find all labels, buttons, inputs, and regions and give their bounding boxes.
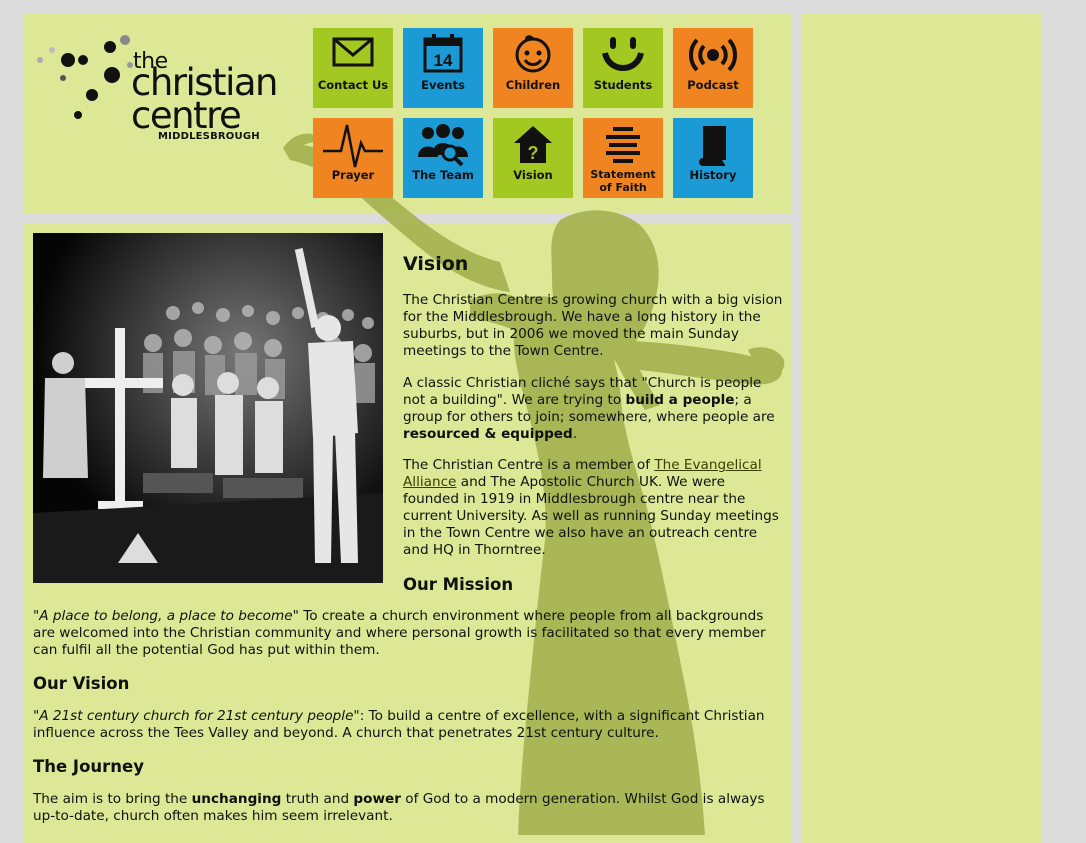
mission-quote: "A place to belong, a place to become" [33, 608, 299, 624]
envelope-icon [332, 37, 374, 67]
broadcast-icon [689, 38, 737, 72]
nav-label: Statement of Faith [590, 168, 656, 194]
intro-paragraph: The Christian Centre is growing church w… [403, 292, 783, 359]
lines-icon [606, 127, 640, 163]
emphasis-power: power [353, 791, 401, 807]
mission-heading: Our Mission [403, 575, 514, 594]
nav-label: Prayer [331, 168, 375, 182]
mission-paragraph: "A place to belong, a place to become" T… [33, 608, 766, 658]
nav-students-button[interactable]: Students [583, 28, 663, 108]
journey-paragraph: The aim is to bring the unchanging truth… [33, 791, 765, 824]
nav-history-button[interactable]: History [673, 118, 753, 198]
calendar-day-number: 14 [434, 51, 453, 70]
vision-quote: "A 21st century church for 21st century … [33, 708, 360, 724]
logo-dots-icon [37, 35, 133, 119]
smile-icon [602, 37, 644, 71]
nav-podcast-button[interactable]: Podcast [673, 28, 753, 108]
team-icon [418, 124, 468, 167]
nav-label: Students [593, 78, 653, 92]
nav-the-team-button[interactable]: The Team [403, 118, 483, 198]
nav-vision-button[interactable]: ? Vision [493, 118, 573, 198]
logo-text-centre: centre [131, 94, 242, 137]
membership-paragraph: The Christian Centre is a member of The … [403, 457, 779, 558]
house-question-icon: ? [514, 126, 552, 163]
journey-heading: The Journey [33, 757, 144, 776]
church-people-paragraph: A classic Christian cliché says that "Ch… [403, 375, 775, 442]
book-icon [699, 126, 726, 166]
nav-label: The Team [412, 168, 474, 182]
calendar-icon: 14 [423, 34, 463, 73]
nav-prayer-button[interactable]: Prayer [313, 118, 393, 198]
emphasis-build-a-people: build a people [625, 392, 735, 408]
nav-events-button[interactable]: 14 Events [403, 28, 483, 108]
nav-label: Contact Us [317, 78, 389, 92]
emphasis-unchanging: unchanging [191, 791, 282, 807]
nav-statement-of-faith-button[interactable]: Statement of Faith [583, 118, 663, 198]
page-title: Vision [403, 253, 469, 275]
logo-text-city: MIDDLESBROUGH [158, 131, 260, 142]
emphasis-resourced-equipped: resourced & equipped [403, 426, 573, 442]
nav-label: Podcast [687, 78, 739, 92]
nav-label: Children [505, 78, 561, 92]
nav-label: Vision [513, 168, 553, 182]
worship-photo [33, 233, 383, 583]
heartbeat-icon [323, 124, 383, 168]
nav-contact-us-button[interactable]: Contact Us [313, 28, 393, 108]
child-face-icon [515, 35, 551, 73]
svg-text:?: ? [528, 143, 539, 163]
vision-heading: Our Vision [33, 674, 130, 693]
vision-paragraph: "A 21st century church for 21st century … [33, 708, 765, 741]
right-sidebar [801, 13, 1041, 843]
nav-label: Events [421, 78, 465, 92]
nav-label: History [689, 168, 737, 182]
nav-children-button[interactable]: Children [493, 28, 573, 108]
